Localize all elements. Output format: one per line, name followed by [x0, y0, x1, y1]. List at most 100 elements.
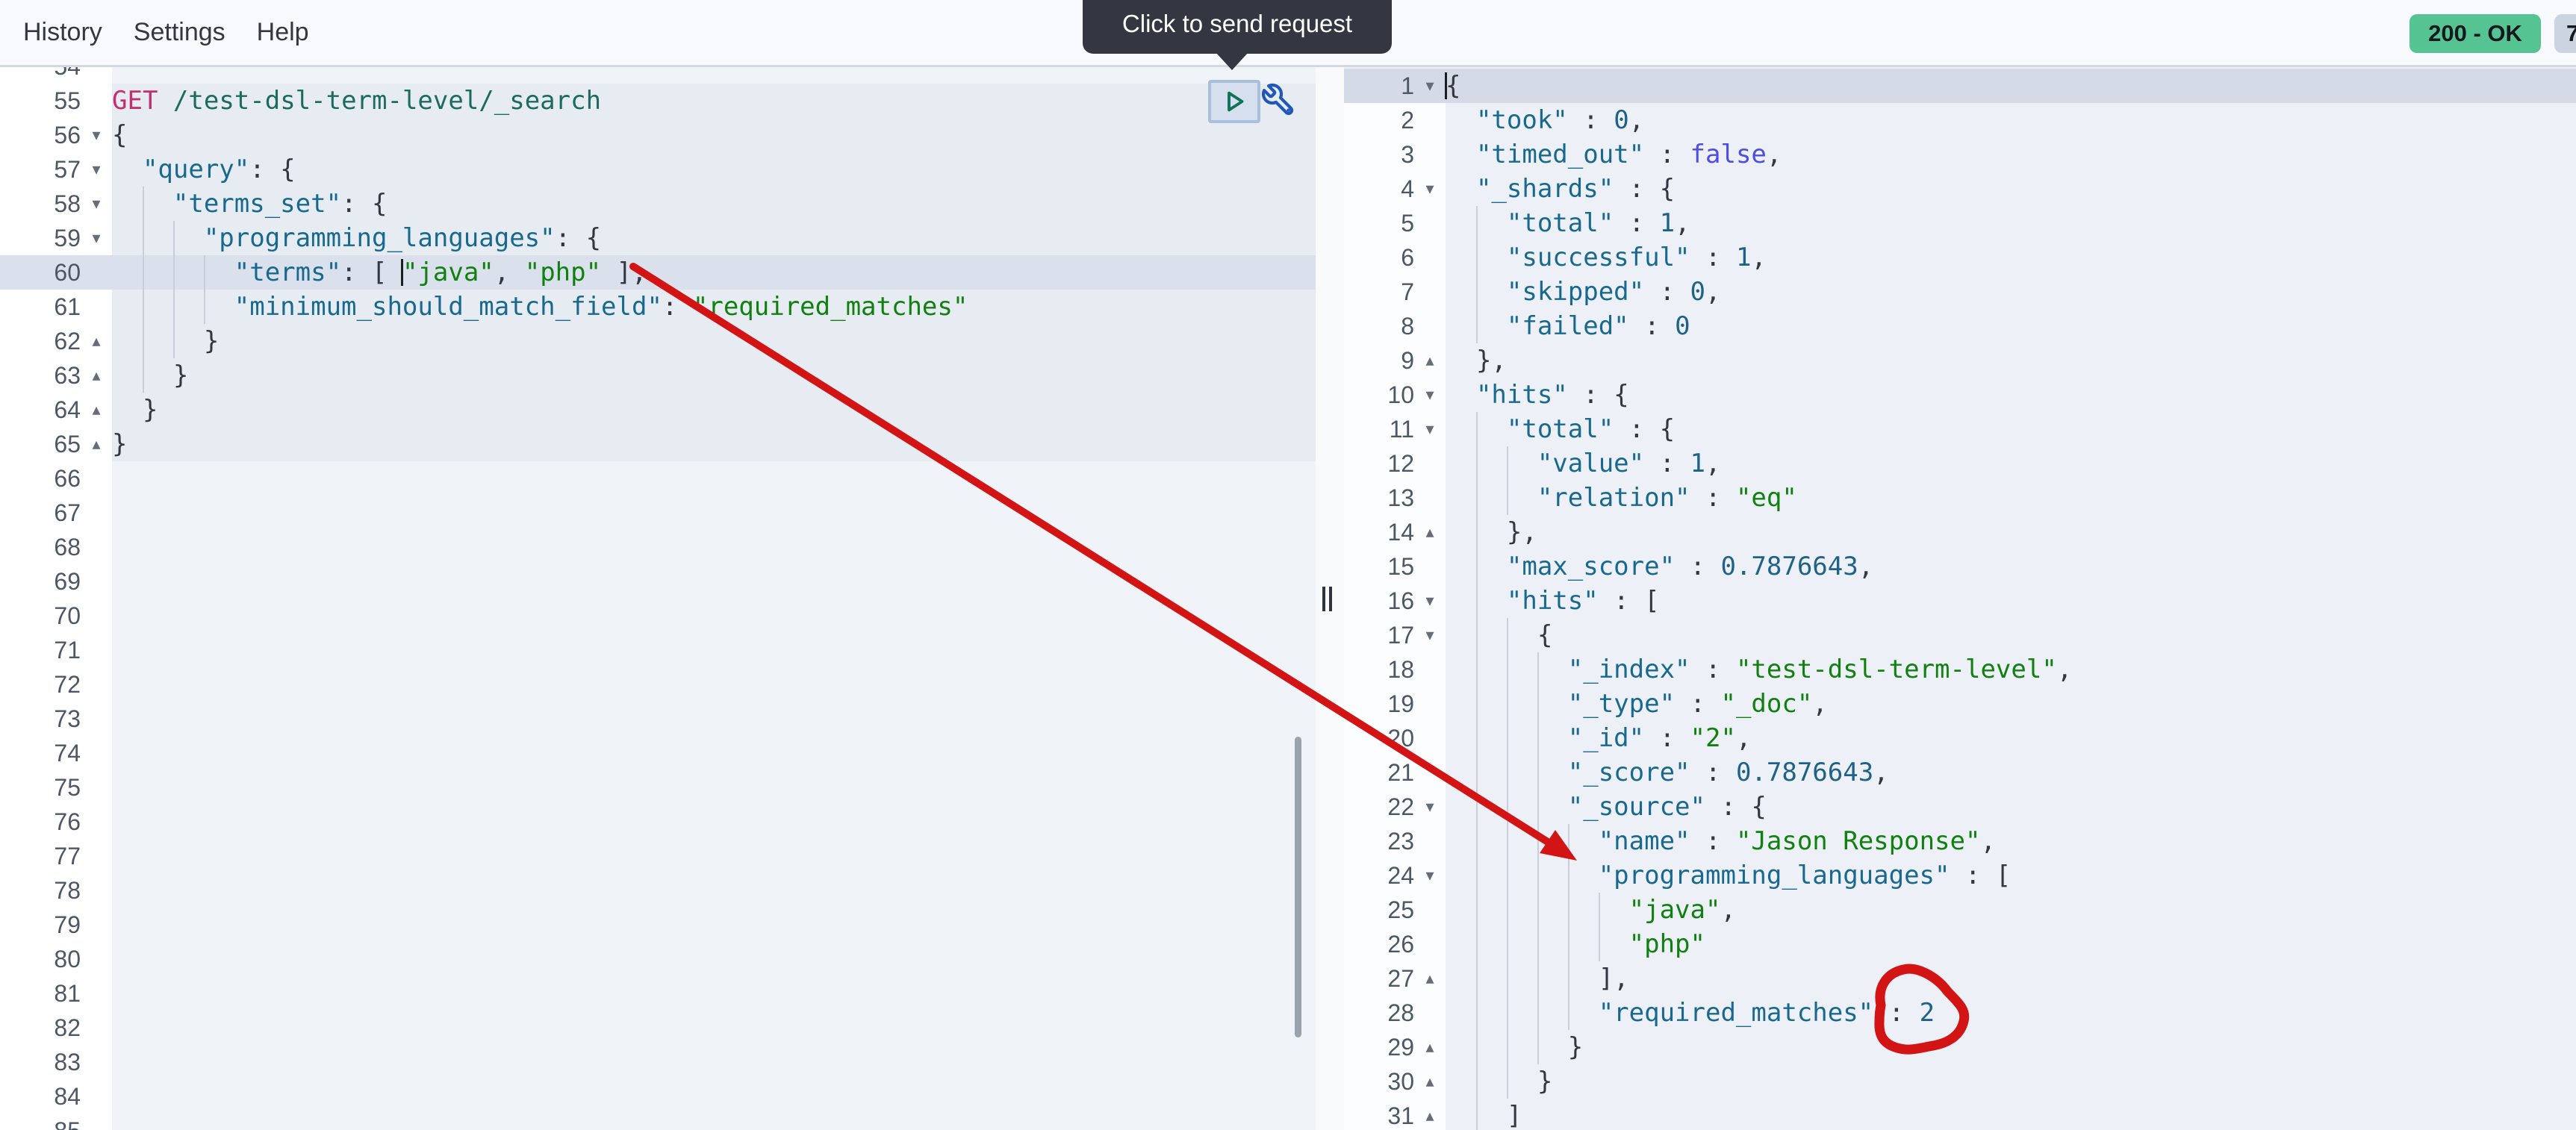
- code-content[interactable]: "minimum_should_match_field": "required_…: [112, 290, 1316, 324]
- code-line-71[interactable]: 71: [0, 633, 1316, 667]
- fold-toggle-icon[interactable]: ▴: [1414, 1030, 1446, 1064]
- fold-toggle-icon[interactable]: ▴: [81, 358, 112, 393]
- code-content[interactable]: [112, 736, 1316, 770]
- fold-toggle-icon[interactable]: ▴: [1414, 515, 1446, 549]
- code-content[interactable]: [112, 1011, 1316, 1045]
- code-line-85[interactable]: 85: [0, 1114, 1316, 1130]
- fold-toggle-icon[interactable]: ▾: [1414, 790, 1446, 824]
- code-content[interactable]: [112, 530, 1316, 564]
- code-line-84[interactable]: 84: [0, 1079, 1316, 1114]
- code-line-63[interactable]: 63▴ }: [0, 358, 1316, 393]
- code-line-55[interactable]: 55GET /test-dsl-term-level/_search: [0, 84, 1316, 118]
- code-content[interactable]: "query": {: [112, 152, 1316, 187]
- fold-toggle-icon[interactable]: ▾: [81, 152, 112, 187]
- code-content[interactable]: [112, 839, 1316, 873]
- code-line-70[interactable]: 70: [0, 599, 1316, 633]
- code-content[interactable]: [112, 633, 1316, 667]
- code-content[interactable]: [112, 805, 1316, 839]
- code-content[interactable]: "terms_set": {: [112, 187, 1316, 221]
- code-line-66[interactable]: 66: [0, 461, 1316, 496]
- code-content[interactable]: [112, 1079, 1316, 1114]
- request-options-button[interactable]: [1259, 80, 1298, 120]
- code-line-82[interactable]: 82: [0, 1011, 1316, 1045]
- code-line-60[interactable]: 60 "terms": [ "java", "php" ],: [0, 255, 1316, 290]
- code-content[interactable]: }: [112, 358, 1316, 393]
- send-request-button[interactable]: [1208, 80, 1260, 123]
- code-content[interactable]: [112, 564, 1316, 599]
- fold-toggle-icon[interactable]: ▴: [81, 393, 112, 427]
- code-line-73[interactable]: 73: [0, 702, 1316, 736]
- code-line-61[interactable]: 61 "minimum_should_match_field": "requir…: [0, 290, 1316, 324]
- code-line-57[interactable]: 57▾ "query": {: [0, 152, 1316, 187]
- code-line-64[interactable]: 64▴ }: [0, 393, 1316, 427]
- left-scrollbar-thumb[interactable]: [1295, 737, 1301, 1037]
- code-content[interactable]: [112, 942, 1316, 976]
- menu-help[interactable]: Help: [241, 18, 325, 47]
- fold-toggle-icon[interactable]: ▴: [81, 324, 112, 358]
- fold-toggle-icon[interactable]: ▾: [1414, 412, 1446, 446]
- code-line-62[interactable]: 62▴ }: [0, 324, 1316, 358]
- fold-toggle-icon[interactable]: ▾: [1414, 858, 1446, 893]
- code-content[interactable]: }: [112, 427, 1316, 461]
- fold-toggle-icon[interactable]: ▴: [1414, 343, 1446, 378]
- code-line-74[interactable]: 74: [0, 736, 1316, 770]
- fold-toggle-icon[interactable]: ▴: [1414, 1099, 1446, 1130]
- fold-toggle-icon[interactable]: ▴: [1414, 1064, 1446, 1099]
- fold-toggle-icon[interactable]: ▾: [81, 118, 112, 152]
- code-content[interactable]: [112, 599, 1316, 633]
- code-content[interactable]: GET /test-dsl-term-level/_search: [112, 84, 1316, 118]
- fold-toggle-icon[interactable]: ▾: [1414, 618, 1446, 652]
- fold-toggle-icon[interactable]: ▾: [81, 221, 112, 255]
- line-number: 60: [0, 255, 81, 290]
- code-content[interactable]: [112, 873, 1316, 908]
- code-line-83[interactable]: 83: [0, 1045, 1316, 1079]
- code-content[interactable]: "programming_languages": {: [112, 221, 1316, 255]
- fold-toggle-icon[interactable]: ▾: [81, 187, 112, 221]
- code-line-59[interactable]: 59▾ "programming_languages": {: [0, 221, 1316, 255]
- code-line-68[interactable]: 68: [0, 530, 1316, 564]
- fold-toggle-icon[interactable]: ▾: [1414, 172, 1446, 206]
- code-content[interactable]: [112, 976, 1316, 1011]
- code-line-80[interactable]: 80: [0, 942, 1316, 976]
- code-line-79[interactable]: 79: [0, 908, 1316, 942]
- resize-handle-icon[interactable]: [1322, 587, 1332, 611]
- code-content[interactable]: [112, 667, 1316, 702]
- menu-history[interactable]: History: [7, 18, 118, 47]
- line-number: 72: [0, 667, 81, 702]
- code-content[interactable]: [112, 1045, 1316, 1079]
- code-line-78[interactable]: 78: [0, 873, 1316, 908]
- code-content[interactable]: [112, 770, 1316, 805]
- code-content[interactable]: [112, 908, 1316, 942]
- code-line-58[interactable]: 58▾ "terms_set": {: [0, 187, 1316, 221]
- fold-toggle-icon[interactable]: ▾: [1414, 69, 1446, 103]
- menu-settings[interactable]: Settings: [118, 18, 241, 47]
- code-line-54[interactable]: 54: [0, 67, 1316, 84]
- code-content[interactable]: [112, 496, 1316, 530]
- code-line-76[interactable]: 76: [0, 805, 1316, 839]
- fold-toggle-icon[interactable]: ▴: [81, 427, 112, 461]
- code-line-65[interactable]: 65▴}: [0, 427, 1316, 461]
- fold-toggle-icon[interactable]: ▾: [1414, 378, 1446, 412]
- fold-slot: [1414, 103, 1446, 137]
- code-line-69[interactable]: 69: [0, 564, 1316, 599]
- code-line-77[interactable]: 77: [0, 839, 1316, 873]
- indent-guide: [143, 187, 144, 221]
- code-content[interactable]: "terms": [ "java", "php" ],: [112, 255, 1316, 290]
- gutter: 3: [1344, 137, 1446, 172]
- code-content[interactable]: [112, 461, 1316, 496]
- code-line-67[interactable]: 67: [0, 496, 1316, 530]
- line-number: 79: [0, 908, 81, 942]
- fold-toggle-icon[interactable]: ▴: [1414, 961, 1446, 996]
- request-editor[interactable]: 5455GET /test-dsl-term-level/_search56▾{…: [0, 67, 1316, 1130]
- code-content[interactable]: }: [112, 393, 1316, 427]
- code-line-81[interactable]: 81: [0, 976, 1316, 1011]
- code-content[interactable]: {: [112, 118, 1316, 152]
- fold-toggle-icon[interactable]: ▾: [1414, 584, 1446, 618]
- code-content[interactable]: [112, 67, 1316, 84]
- code-line-75[interactable]: 75: [0, 770, 1316, 805]
- code-line-72[interactable]: 72: [0, 667, 1316, 702]
- code-content[interactable]: [112, 1114, 1316, 1130]
- code-content[interactable]: [112, 702, 1316, 736]
- code-line-56[interactable]: 56▾{: [0, 118, 1316, 152]
- code-content[interactable]: }: [112, 324, 1316, 358]
